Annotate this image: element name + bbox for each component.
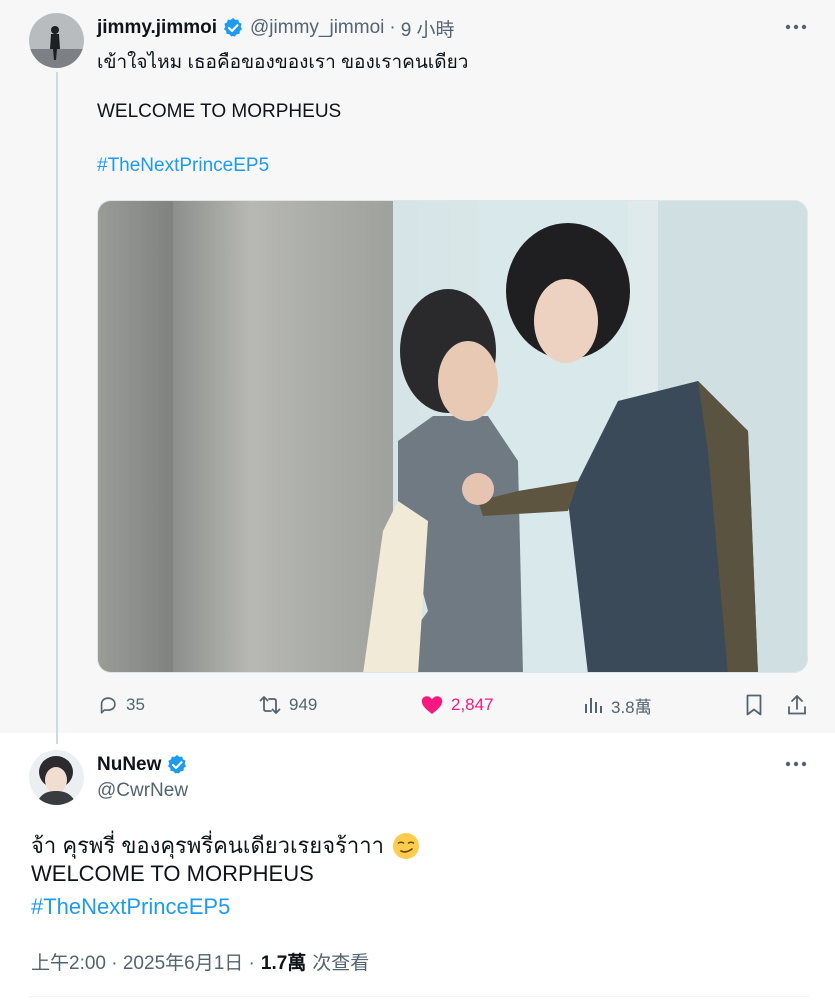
reply-avatar[interactable]	[29, 750, 84, 805]
parent-avatar[interactable]	[29, 13, 84, 68]
reply-hashtag-link[interactable]: #TheNextPrinceEP5	[31, 894, 230, 920]
reply-count: 35	[126, 695, 145, 714]
more-dots-icon	[785, 24, 807, 30]
parent-handle[interactable]: @jimmy_jimmoi	[250, 17, 384, 39]
reply-meta: 上午2:00 · 2025年6月1日 · 1.7萬 次查看	[31, 948, 369, 975]
reply-button[interactable]: 35	[97, 690, 145, 720]
reply-display-name[interactable]: NuNew	[97, 754, 161, 776]
reply-text-thai-row: จ้า คุรพรี่ ของคุรพรี่คนเดียวเรยจร้าาา	[31, 828, 420, 863]
parent-timestamp[interactable]: 9 小時	[401, 15, 455, 42]
reply-more-options-button[interactable]	[783, 754, 809, 774]
verified-badge-icon	[166, 754, 188, 776]
reply-text-thai: จ้า คุรพรี่ ของคุรพรี่คนเดียวเรยจร้าาา	[31, 833, 384, 858]
reply-timestamp[interactable]: 上午2:00 · 2025年6月1日 ·	[31, 948, 255, 975]
heart-filled-icon	[421, 696, 443, 714]
repost-icon	[259, 696, 281, 714]
repost-count: 949	[289, 695, 318, 714]
reply-icon	[100, 697, 116, 714]
tweet-photo[interactable]	[97, 200, 808, 673]
bottom-divider	[29, 996, 809, 997]
views-button[interactable]: 3.8萬	[582, 690, 652, 720]
bookmark-icon	[746, 694, 762, 716]
reply-views-label: 次查看	[312, 953, 370, 974]
parent-text-thai: เข้าใจไหม เธอคือของของเรา ของเราคนเดียว	[97, 52, 469, 73]
thread-connector-line	[56, 72, 58, 744]
smirking-face-emoji-icon	[392, 832, 420, 860]
views-chart-icon	[585, 698, 602, 713]
reply-text-welcome: WELCOME TO MORPHEUS	[31, 861, 314, 886]
share-button[interactable]	[786, 690, 815, 720]
parent-hashtag-link[interactable]: #TheNextPrinceEP5	[97, 155, 269, 177]
views-count: 3.8萬	[611, 697, 652, 717]
more-dots-icon	[785, 761, 807, 767]
share-icon	[788, 695, 806, 715]
reply-header: NuNew	[97, 751, 194, 779]
header-separator: ·	[389, 17, 396, 38]
parent-text-welcome: WELCOME TO MORPHEUS	[97, 101, 342, 122]
parent-tweet[interactable]: jimmy.jimmoi @jimmy_jimmoi · 9 小時 เข้าใจ…	[0, 0, 835, 744]
repost-button[interactable]: 949	[258, 690, 317, 720]
reply-handle[interactable]: @CwrNew	[97, 780, 188, 802]
parent-display-name[interactable]: jimmy.jimmoi	[97, 17, 217, 39]
parent-more-options-button[interactable]	[783, 17, 809, 37]
verified-badge-icon	[222, 17, 244, 39]
like-button[interactable]: 2,847	[420, 690, 494, 720]
parent-header: jimmy.jimmoi @jimmy_jimmoi · 9 小時	[97, 14, 455, 42]
like-count: 2,847	[451, 695, 494, 714]
bookmark-button[interactable]	[743, 690, 772, 720]
reply-views-count: 1.7萬	[260, 953, 307, 974]
